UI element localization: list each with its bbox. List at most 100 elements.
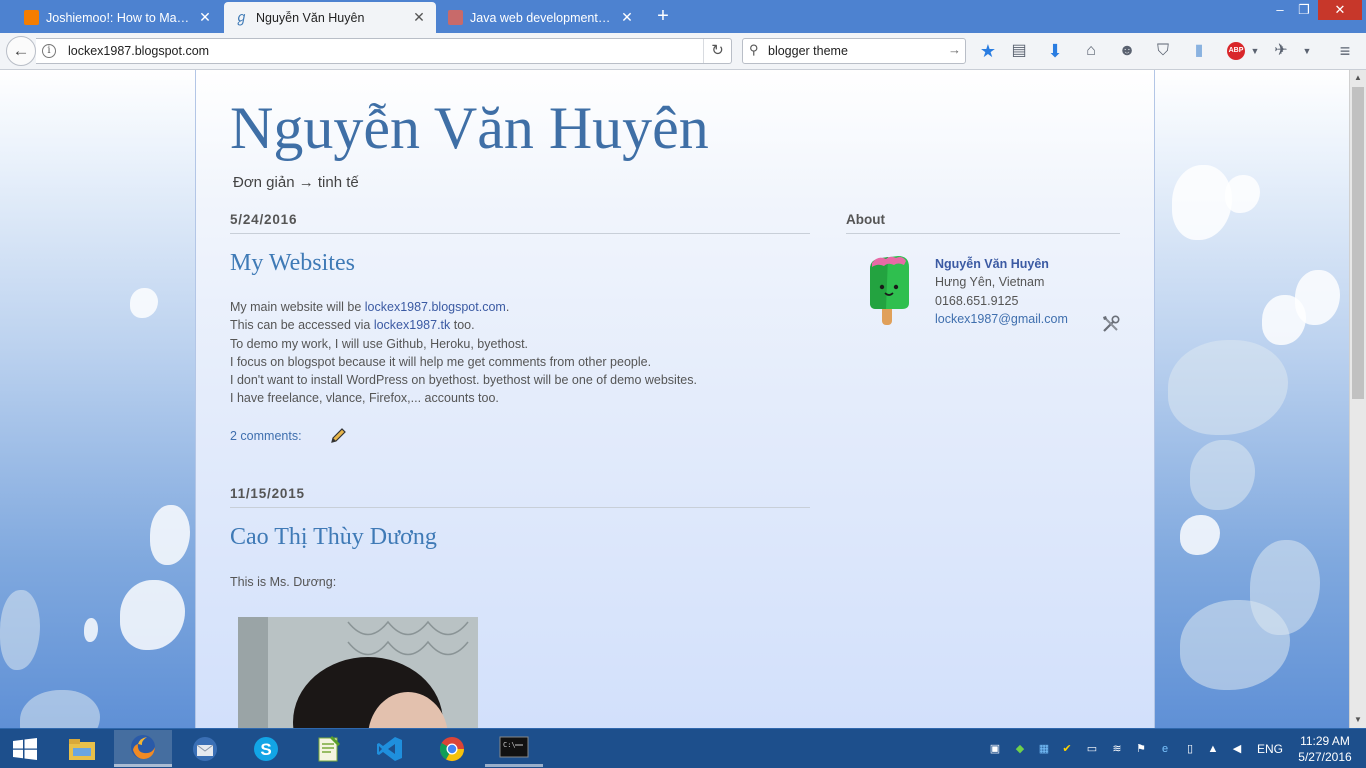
- avatar[interactable]: [864, 253, 914, 329]
- new-tab-button[interactable]: +: [652, 4, 674, 28]
- post-text: This can be accessed via: [230, 318, 374, 333]
- taskbar-file-explorer[interactable]: [53, 730, 111, 767]
- taskbar-firefox[interactable]: [114, 730, 172, 767]
- edit-pencil-icon[interactable]: [329, 427, 347, 445]
- tray-app-icon[interactable]: ◆: [1013, 742, 1027, 756]
- sidebar-icon[interactable]: ▮: [1188, 40, 1210, 62]
- download-icon[interactable]: ⬇: [1044, 40, 1066, 62]
- tab-nguyen-van-huyen[interactable]: ℊ Nguyễn Văn Huyên ✕: [224, 2, 436, 33]
- tray-volume-icon[interactable]: ◀: [1230, 742, 1244, 756]
- blog-title[interactable]: Nguyễn Văn Huyên: [230, 94, 709, 163]
- bookmark-star-icon[interactable]: ★: [977, 40, 999, 62]
- tray-signal-icon[interactable]: ▲: [1206, 742, 1220, 756]
- profile-phone: 0168.651.9125: [935, 294, 1019, 308]
- close-icon[interactable]: ✕: [620, 9, 634, 26]
- file-explorer-icon: [69, 738, 95, 760]
- post-title[interactable]: Cao Thị Thùy Dương: [230, 524, 437, 551]
- tray-wifi-icon[interactable]: ≋: [1110, 742, 1124, 756]
- post-line: I focus on blogspot because it will help…: [230, 354, 652, 369]
- tray-bluetooth-icon[interactable]: ▦: [1037, 742, 1051, 756]
- search-go-icon[interactable]: →: [948, 42, 961, 57]
- post-text: too.: [450, 318, 475, 333]
- skype-icon: S: [254, 736, 278, 761]
- background-flower: [0, 590, 40, 670]
- close-icon[interactable]: ✕: [412, 9, 426, 26]
- background-flower: [1172, 165, 1232, 240]
- post-title[interactable]: My Websites: [230, 250, 355, 277]
- background-flower: [84, 618, 98, 642]
- tab-joshiemoo[interactable]: Joshiemoo!: How to Make... ✕: [14, 2, 222, 33]
- home-icon[interactable]: ⌂: [1080, 40, 1102, 62]
- taskbar-terminal[interactable]: C:\: [485, 730, 543, 767]
- taskbar-thunderbird[interactable]: [176, 730, 234, 767]
- windows-start-icon[interactable]: [0, 729, 50, 768]
- notepad-plus-plus-icon: [318, 735, 341, 761]
- background-flower: [120, 580, 185, 650]
- tray-network-share-icon[interactable]: ▣: [988, 742, 1002, 756]
- post-line: This can be accessed via lockex1987.tk t…: [230, 316, 810, 334]
- extension-icon[interactable]: ✈: [1270, 40, 1292, 62]
- bookmarks-list-icon[interactable]: ▤: [1008, 40, 1030, 62]
- tab-java-web-development[interactable]: Java web development tut... ✕: [438, 2, 644, 33]
- post-body: My main website will be lockex1987.blogs…: [230, 298, 810, 408]
- tab-label: Nguyễn Văn Huyên: [256, 10, 365, 25]
- background-flower: [130, 288, 158, 318]
- scroll-thumb[interactable]: [1352, 87, 1364, 399]
- taskbar-clock[interactable]: 11:29 AM 5/27/2016: [1290, 733, 1360, 765]
- taskbar-chrome[interactable]: [423, 730, 481, 767]
- tools-icon[interactable]: [1101, 314, 1121, 334]
- profile-name[interactable]: Nguyễn Văn Huyên: [935, 257, 1049, 271]
- sidebar-title: About: [846, 212, 1120, 234]
- taskbar: S C:\ ▣ ◆ ▦ ✔ ▭ ≋ ⚑ e ▯ ▲ ◀ ENG 11:29 AM…: [0, 728, 1366, 768]
- post-link[interactable]: lockex1987.tk: [374, 318, 450, 332]
- taskbar-skype[interactable]: S: [237, 730, 295, 767]
- background-flower: [1295, 270, 1340, 325]
- search-icon: ⚲: [749, 42, 759, 57]
- close-icon[interactable]: ✕: [198, 9, 212, 26]
- dropdown-icon[interactable]: ▼: [1296, 40, 1318, 62]
- tray-ie-icon[interactable]: e: [1158, 742, 1172, 756]
- post-photo[interactable]: [238, 617, 478, 728]
- background-flower: [1180, 515, 1220, 555]
- chat-icon[interactable]: ☻: [1116, 40, 1138, 62]
- tray-monitor-icon[interactable]: ▭: [1085, 742, 1099, 756]
- tray-battery-icon[interactable]: ▯: [1183, 742, 1197, 756]
- info-icon[interactable]: i: [42, 44, 56, 58]
- vertical-scrollbar[interactable]: ▲ ▼: [1349, 70, 1366, 728]
- background-flower: [1180, 600, 1290, 690]
- tray-language[interactable]: ENG: [1257, 742, 1283, 756]
- post-text: My main website will be: [230, 300, 365, 314]
- url-bar[interactable]: i lockex1987.blogspot.com ↻: [36, 38, 732, 64]
- taskbar-visual-studio[interactable]: [361, 730, 419, 767]
- page-icon: ℊ: [234, 9, 249, 25]
- scroll-up-icon[interactable]: ▲: [1350, 70, 1366, 86]
- pocket-icon[interactable]: ⛉: [1152, 40, 1174, 62]
- post-line: My main website will be lockex1987.blogs…: [230, 298, 810, 316]
- taskbar-notepad-plus-plus[interactable]: [299, 730, 357, 767]
- scroll-down-icon[interactable]: ▼: [1350, 712, 1366, 728]
- search-value[interactable]: blogger theme: [768, 44, 848, 58]
- tray-flag-icon[interactable]: ⚑: [1134, 742, 1148, 756]
- background-flower: [1190, 440, 1255, 510]
- svg-text:C:\: C:\: [503, 741, 516, 749]
- comments-link[interactable]: 2 comments:: [230, 429, 302, 443]
- close-window-icon[interactable]: ✕: [1318, 0, 1362, 20]
- firefox-icon: [131, 735, 155, 759]
- minimize-icon[interactable]: –: [1268, 0, 1292, 20]
- post-text: .: [505, 300, 510, 314]
- background-flower: [1168, 340, 1288, 435]
- post-line: I have freelance, vlance, Firefox,... ac…: [230, 391, 499, 406]
- menu-icon[interactable]: ≡: [1334, 40, 1356, 62]
- back-button[interactable]: ←: [6, 36, 36, 66]
- profile-email[interactable]: lockex1987@gmail.com: [935, 312, 1068, 326]
- post-link[interactable]: lockex1987.blogspot.com: [365, 300, 506, 314]
- tray-norton-icon[interactable]: ✔: [1060, 742, 1074, 756]
- dropdown-icon[interactable]: ▼: [1244, 40, 1266, 62]
- reload-icon[interactable]: ↻: [703, 39, 731, 63]
- url-text[interactable]: lockex1987.blogspot.com: [68, 44, 209, 58]
- restore-icon[interactable]: ❐: [1292, 0, 1316, 20]
- adblock-icon[interactable]: ABP: [1227, 42, 1245, 60]
- search-input[interactable]: ⚲ blogger theme →: [742, 38, 966, 64]
- profile-location: Hưng Yên, Vietnam: [935, 275, 1045, 289]
- background-flower: [1225, 175, 1260, 213]
